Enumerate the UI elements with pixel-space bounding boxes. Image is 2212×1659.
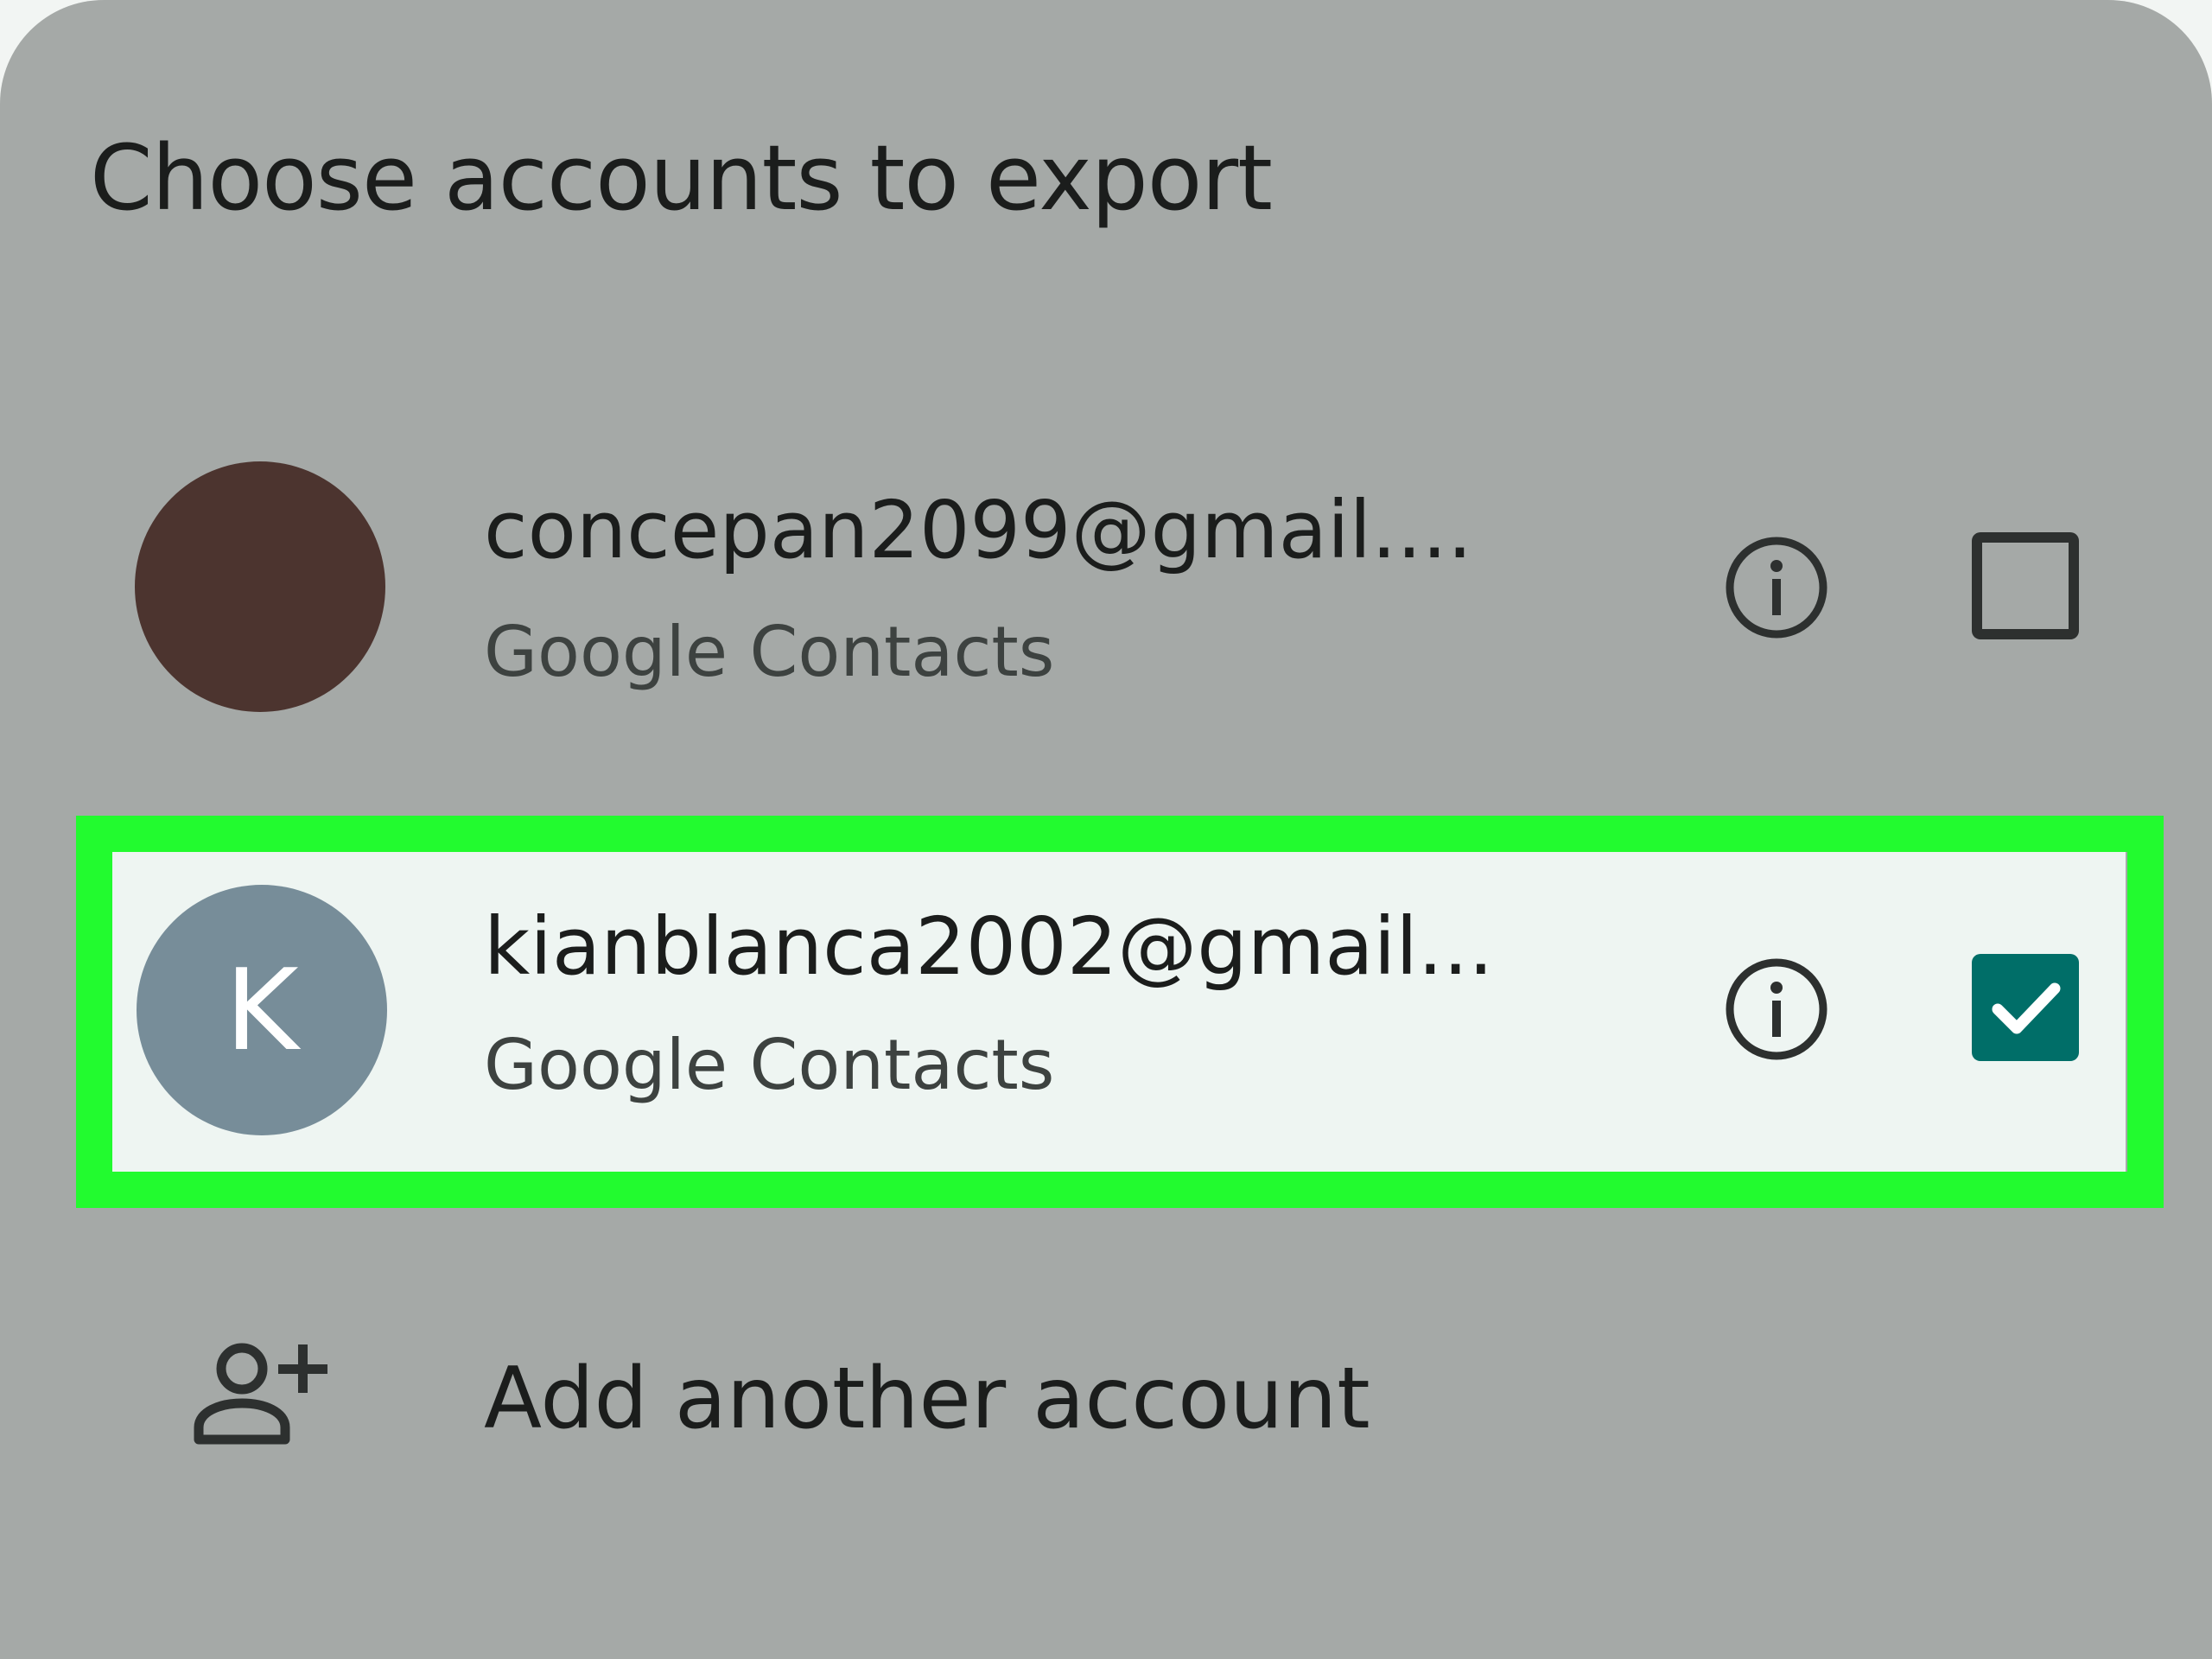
account-source: Google Contacts bbox=[484, 612, 1055, 692]
info-icon[interactable] bbox=[1723, 956, 1830, 1063]
account-row-concepan[interactable]: concepan2099@gmail.... Google Contacts bbox=[0, 427, 2212, 747]
account-email: concepan2099@gmail.... bbox=[484, 484, 1473, 576]
info-icon[interactable] bbox=[1723, 534, 1830, 641]
add-account-label: Add another account bbox=[484, 1350, 1370, 1448]
export-accounts-dialog: Choose accounts to export concepan2099@g… bbox=[0, 0, 2212, 1659]
account-avatar bbox=[135, 461, 385, 712]
account-avatar: K bbox=[137, 885, 387, 1135]
add-another-account-button[interactable]: Add another account bbox=[0, 1286, 2212, 1502]
avatar-initial: K bbox=[225, 944, 299, 1076]
account-checkbox-unchecked[interactable] bbox=[1972, 532, 2079, 639]
person-add-icon bbox=[188, 1338, 335, 1450]
account-email: kianblanca2002@gmail... bbox=[484, 900, 1494, 993]
account-row-kianblanca[interactable]: K kianblanca2002@gmail... Google Contact… bbox=[111, 847, 2126, 1173]
account-source: Google Contacts bbox=[484, 1025, 1055, 1105]
account-checkbox-checked[interactable] bbox=[1972, 954, 2079, 1061]
dialog-title: Choose accounts to export bbox=[90, 125, 1273, 231]
